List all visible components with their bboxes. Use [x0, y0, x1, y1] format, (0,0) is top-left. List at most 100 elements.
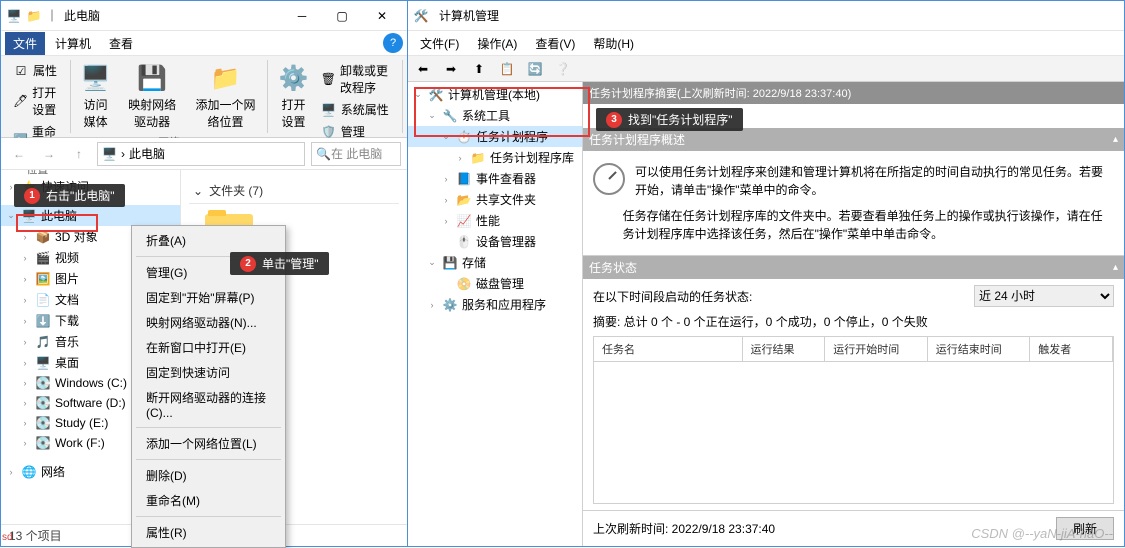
tree-thispc[interactable]: ⌄🖥️此电脑 — [1, 205, 180, 226]
period-row: 在以下时间段启动的任务状态: 近 24 小时 — [593, 285, 1114, 307]
addr-sep: › — [121, 147, 125, 161]
compmgmt-toolbar: ⬅ ➡ ⬆ 📋 🔄 ❔ — [408, 56, 1124, 82]
ribbon-settings[interactable]: ⚙️打开设置 — [274, 60, 312, 132]
window-controls: ─ ▢ ✕ — [282, 2, 402, 30]
ribbon-media[interactable]: 🖥️访问媒体 — [77, 60, 115, 132]
menu-action[interactable]: 操作(A) — [469, 32, 525, 55]
ctx-sep — [136, 256, 281, 257]
context-menu: 折叠(A) 管理(G) 固定到"开始"屏幕(P) 映射网络驱动器(N)... 在… — [131, 225, 286, 548]
header-bar: 任务计划程序摘要(上次刷新时间: 2022/9/18 23:37:40) — [583, 82, 1124, 104]
collapse-icon[interactable]: ▴ — [1113, 134, 1118, 145]
taskstatus-bar[interactable]: 任务状态▴ — [583, 256, 1124, 279]
ctx-sep4 — [136, 516, 281, 517]
ctx-sep2 — [136, 427, 281, 428]
ribbon-sysprops[interactable]: 🖥️系统属性 — [319, 99, 396, 120]
ctx-collapse[interactable]: 折叠(A) — [134, 228, 283, 253]
desc1: 可以使用任务计划程序来创建和管理计算机将在所指定的时间自动执行的常见任务。若要开… — [635, 163, 1114, 199]
ribbon-uninstall[interactable]: 🗑卸载或更改程序 — [319, 60, 396, 98]
window-title: 此电脑 — [58, 7, 282, 24]
search-box[interactable]: 🔍 在 此电脑 — [311, 142, 401, 166]
menu-file[interactable]: 文件 — [5, 32, 45, 55]
node-root[interactable]: ⌄🛠️计算机管理(本地) — [408, 84, 582, 105]
node-perf[interactable]: ›📈性能 — [408, 210, 582, 231]
ctx-map[interactable]: 映射网络驱动器(N)... — [134, 310, 283, 335]
ribbon-system: ⚙️打开设置 🗑卸载或更改程序 🖥️系统属性 🛡️管理 系统 — [268, 60, 403, 133]
tb-refresh[interactable]: 🔄 — [524, 58, 546, 80]
ribbon-open[interactable]: 🖊打开设置 — [11, 82, 64, 120]
col-trigger[interactable]: 触发者 — [1030, 337, 1113, 361]
ribbon-add-loc[interactable]: 📁添加一个网络位置 — [190, 60, 262, 132]
address-bar[interactable]: 🖥️ › 此电脑 — [97, 142, 305, 166]
folder-icon: 📁 — [26, 8, 42, 24]
last-refresh: 上次刷新时间: 2022/9/18 23:37:40 — [593, 520, 775, 537]
tb-help[interactable]: ❔ — [552, 58, 574, 80]
menu-help[interactable]: 帮助(H) — [585, 32, 642, 55]
node-devmgr[interactable]: 🖱️设备管理器 — [408, 231, 582, 252]
section-folders[interactable]: ⌄文件夹 (7) — [189, 178, 399, 204]
overview-bar[interactable]: 任务计划程序概述▴ — [583, 128, 1124, 151]
period-label: 在以下时间段启动的任务状态: — [593, 288, 752, 305]
ctx-newwin[interactable]: 在新窗口中打开(E) — [134, 335, 283, 360]
window-icon: 🖥️ — [6, 8, 22, 24]
ctx-addloc[interactable]: 添加一个网络位置(L) — [134, 431, 283, 456]
menu-view[interactable]: 查看 — [101, 32, 141, 55]
col-end[interactable]: 运行结束时间 — [928, 337, 1030, 361]
period-select[interactable]: 近 24 小时 — [974, 285, 1114, 307]
node-systools[interactable]: ⌄🔧系统工具 — [408, 105, 582, 126]
col-name[interactable]: 任务名 — [594, 337, 743, 361]
col-result[interactable]: 运行结果 — [743, 337, 826, 361]
address-text: 此电脑 — [129, 145, 165, 162]
search-placeholder: 在 此电脑 — [331, 145, 382, 162]
collapse-icon-2[interactable]: ▴ — [1113, 262, 1118, 273]
tb-back[interactable]: ⬅ — [412, 58, 434, 80]
ribbon: ☑属性 🖊打开设置 🔤重命名 位置 🖥️访问媒体 💾映射网络驱动器 📁添加一个网… — [1, 56, 407, 138]
tb-up[interactable]: ⬆ — [468, 58, 490, 80]
nav-back[interactable]: ← — [7, 142, 31, 166]
compmgmt-titlebar: 🛠️ 计算机管理 — [408, 1, 1124, 31]
node-schedlib[interactable]: ›📁任务计划程序库 — [408, 147, 582, 168]
task-table: 任务名 运行结果 运行开始时间 运行结束时间 触发者 — [593, 336, 1114, 504]
ribbon-network: 🖥️访问媒体 💾映射网络驱动器 📁添加一个网络位置 网络 — [71, 60, 269, 133]
menu-file2[interactable]: 文件(F) — [412, 32, 467, 55]
tree-quick[interactable]: ›⭐快速访问 — [1, 176, 180, 197]
menu-view2[interactable]: 查看(V) — [527, 32, 583, 55]
watermark: CSDN @--yaN-jiA-haO-- — [971, 526, 1113, 541]
tb-props[interactable]: 📋 — [496, 58, 518, 80]
compmgmt-tree: ⌄🛠️计算机管理(本地) ⌄🔧系统工具 ⌄⏱️任务计划程序 ›📁任务计划程序库 … — [408, 82, 583, 546]
ribbon-map-drive[interactable]: 💾映射网络驱动器 — [121, 60, 184, 132]
maximize-button[interactable]: ▢ — [322, 2, 362, 30]
compmgmt-window: 🛠️ 计算机管理 文件(F) 操作(A) 查看(V) 帮助(H) ⬅ ➡ ⬆ 📋… — [408, 0, 1125, 547]
ribbon-props[interactable]: ☑属性 — [11, 60, 64, 81]
close-button[interactable]: ✕ — [362, 2, 402, 30]
search-icon: 🔍 — [316, 147, 331, 161]
computer-icon: 🖥️ — [102, 147, 117, 161]
clock-icon — [593, 163, 625, 195]
ctx-props[interactable]: 属性(R) — [134, 520, 283, 545]
node-scheduler[interactable]: ⌄⏱️任务计划程序 — [408, 126, 582, 147]
ctx-pin[interactable]: 固定到"开始"屏幕(P) — [134, 285, 283, 310]
ctx-manage[interactable]: 管理(G) — [134, 260, 283, 285]
ctx-pinquick[interactable]: 固定到快速访问 — [134, 360, 283, 385]
menu-computer[interactable]: 计算机 — [47, 32, 99, 55]
node-disk[interactable]: 📀磁盘管理 — [408, 273, 582, 294]
node-services[interactable]: ›⚙️服务和应用程序 — [408, 294, 582, 315]
nav-fwd[interactable]: → — [37, 142, 61, 166]
node-event[interactable]: ›📘事件查看器 — [408, 168, 582, 189]
tb-fwd[interactable]: ➡ — [440, 58, 462, 80]
ctx-delete[interactable]: 删除(D) — [134, 463, 283, 488]
ribbon-location: ☑属性 🖊打开设置 🔤重命名 位置 — [5, 60, 71, 133]
ctx-disconnect[interactable]: 断开网络驱动器的连接(C)... — [134, 385, 283, 424]
ctx-sep3 — [136, 459, 281, 460]
node-shared[interactable]: ›📂共享文件夹 — [408, 189, 582, 210]
sd-label: sd — [2, 532, 13, 543]
help-icon[interactable]: ? — [383, 33, 403, 53]
explorer-navbar: ← → ↑ 🖥️ › 此电脑 🔍 在 此电脑 — [1, 138, 407, 170]
compmgmt-icon: 🛠️ — [413, 8, 429, 24]
node-storage[interactable]: ⌄💾存储 — [408, 252, 582, 273]
minimize-button[interactable]: ─ — [282, 2, 322, 30]
col-start[interactable]: 运行开始时间 — [825, 337, 927, 361]
ctx-rename[interactable]: 重命名(M) — [134, 488, 283, 513]
overview-pane: 可以使用任务计划程序来创建和管理计算机将在所指定的时间自动执行的常见任务。若要开… — [583, 151, 1124, 256]
explorer-menubar: 文件 计算机 查看 ? — [1, 31, 407, 56]
nav-up[interactable]: ↑ — [67, 142, 91, 166]
